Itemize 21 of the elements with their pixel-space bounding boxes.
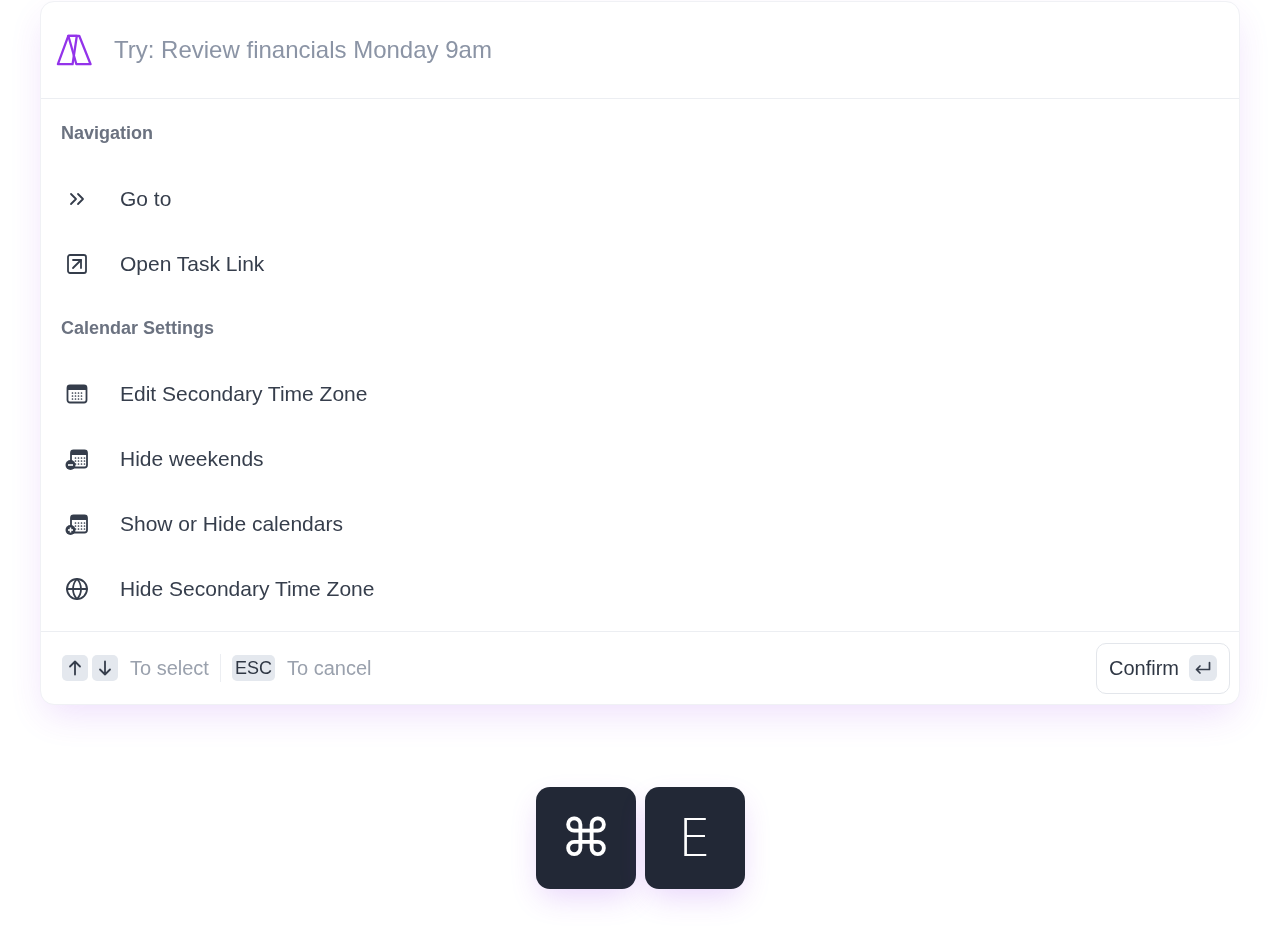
hint-text: To select [130,656,209,681]
external-link-icon [65,251,89,276]
menu-item[interactable]: Edit Secondary Time Zone [41,361,1239,426]
menu-item[interactable]: Open Task Link [41,231,1239,296]
confirm-button[interactable]: Confirm [1096,642,1230,694]
logo-icon [56,34,92,66]
globe-icon [65,576,89,601]
menu-item[interactable]: Show or Hide calendars [41,491,1239,556]
menu-item[interactable]: Hide Secondary Time Zone [41,556,1239,621]
enter-key-icon [1189,655,1217,681]
key-cap: E [644,787,745,889]
menu-item[interactable]: Go to [41,166,1239,231]
hint-text: To cancel [286,656,372,681]
section-heading: Calendar Settings [61,317,215,340]
menu-item[interactable]: Hide weekends [41,426,1239,491]
key-cap: ESC [231,655,275,681]
key-cap: ⌘ [535,787,636,889]
section-heading: Navigation [61,122,153,145]
search-field[interactable]: Try: Review financials Monday 9am [114,30,1215,70]
arrow-down-icon [92,655,118,681]
arrow-up-icon [62,655,88,681]
